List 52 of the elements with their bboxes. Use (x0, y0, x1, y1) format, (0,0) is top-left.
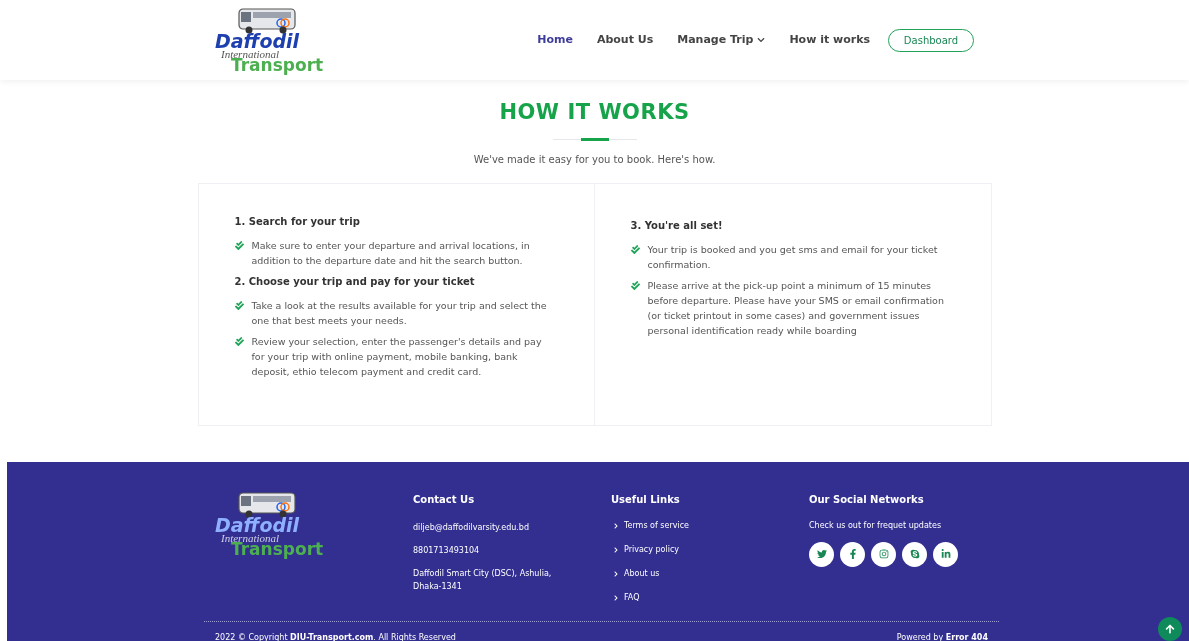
step-text: Your trip is booked and you get sms and email for your ticket confirmation. (647, 242, 939, 272)
nav-link[interactable]: How it works (789, 31, 870, 49)
skype-icon (909, 549, 920, 559)
step-heading: 2. Choose your trip and pay for your ticket (234, 274, 476, 289)
section-subtitle: We've made it easy for you to book. Here's how. (473, 152, 716, 167)
step-text: Please arrive at the pick-up point a minimum of 15 minutes before departure. Please have your SMS or email confirmation (or ticket printout in some cases) and government issues personal identification ready while boarding (647, 278, 945, 338)
contact-text: Daffodil Smart City (DSC), Ashulia, Dhaka-1341 (413, 567, 553, 593)
skype-button[interactable] (902, 541, 927, 567)
logo-text: Transport (231, 57, 324, 74)
chevron-icon (613, 522, 619, 529)
caret-icon (757, 36, 766, 44)
footer-heading: Our Social Networks (809, 492, 925, 507)
instagram-icon (878, 549, 889, 559)
facebook-icon (847, 549, 858, 559)
nav-link[interactable]: Manage Trip (677, 31, 766, 49)
step-heading: 1. Search for your trip (234, 214, 361, 229)
social-text: Check us out for frequet updates (809, 519, 943, 532)
twitter-icon (816, 549, 827, 559)
double-check-icon (234, 300, 244, 310)
step-text: Make sure to enter your departure and arrival locations, in addition to the departure date and hit the search button. (251, 238, 531, 268)
footer-link[interactable]: FAQ (624, 591, 640, 604)
chevron-icon (613, 546, 619, 553)
step-text: Take a look at the results available for your trip and select the one that best meets your needs. (251, 298, 548, 328)
scroll-to-top-button[interactable] (1158, 616, 1182, 641)
arrow-up-icon (1165, 623, 1175, 634)
step-text: Review your selection, enter the passenger's details and pay for your trip with online payment, mobile banking, bank deposit, ethio telecom payment and credit card. (251, 334, 543, 379)
step-heading: 3. You're all set! (630, 218, 724, 233)
chevron-icon (613, 594, 619, 601)
copyright-text: 2022 © Copyright DIU-Transport.com. All Rights Reserved (215, 631, 456, 641)
double-check-icon (630, 244, 640, 254)
section-title: HOW IT WORKS (499, 99, 690, 126)
double-check-icon (234, 240, 244, 250)
powered-by-text: Powered by Error 404 (896, 631, 988, 641)
twitter-button[interactable] (809, 541, 834, 567)
facebook-button[interactable] (840, 541, 865, 567)
footer-heading: Contact Us (413, 492, 476, 507)
footer-link[interactable]: Terms of service (624, 519, 689, 532)
linkedin-button[interactable] (933, 541, 958, 567)
footer-link[interactable]: Privacy policy (624, 543, 680, 556)
footer-link[interactable]: About us (624, 567, 660, 580)
chevron-icon (613, 570, 619, 577)
instagram-button[interactable] (871, 541, 896, 567)
logo-text: Daffodil (215, 515, 300, 535)
logo-text: Daffodil (215, 32, 300, 51)
double-check-icon (630, 280, 640, 290)
double-check-icon (234, 336, 244, 346)
nav-link[interactable]: Home (537, 31, 573, 49)
footer-heading: Useful Links (611, 492, 681, 507)
contact-text: diljeb@daffodilvarsity.edu.bd (413, 521, 530, 534)
contact-text: 8801713493104 (413, 544, 481, 557)
linkedin-icon (940, 549, 951, 559)
nav-link[interactable]: About Us (596, 31, 654, 49)
